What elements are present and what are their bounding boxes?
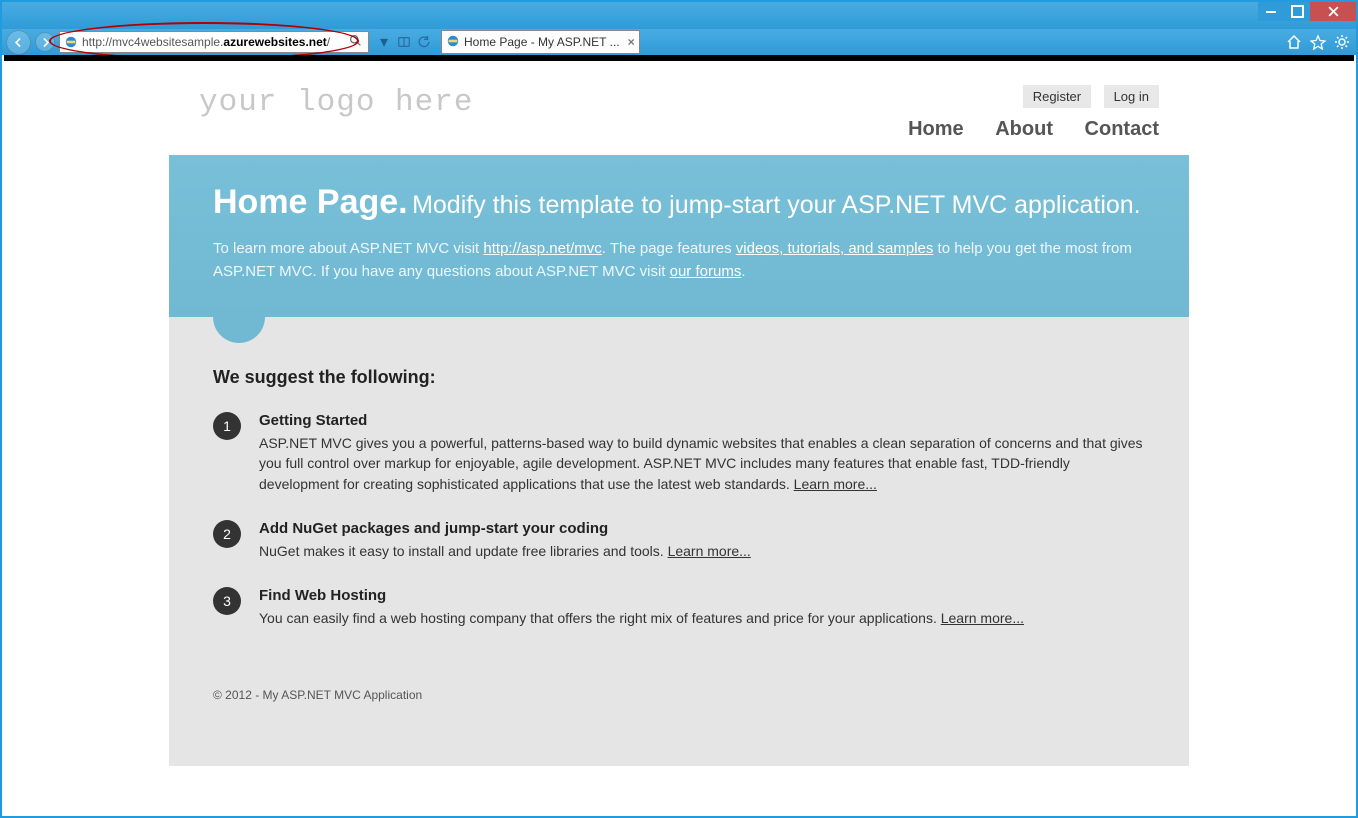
hero-text: . The page features xyxy=(602,240,736,257)
hero-title: Home Page. xyxy=(213,183,408,221)
home-icon[interactable] xyxy=(1284,32,1304,52)
item-title: Add NuGet packages and jump-start your c… xyxy=(259,520,751,537)
page-viewport: your logo here Register Log in Home Abou… xyxy=(4,55,1354,814)
hero-subtitle: Modify this template to jump-start your … xyxy=(412,191,1141,219)
step-badge: 2 xyxy=(213,520,241,548)
browser-toolbar: http://mvc4websitesample.azurewebsites.n… xyxy=(2,29,1356,55)
list-item: 1 Getting Started ASP.NET MVC gives you … xyxy=(213,412,1145,494)
account-links: Register Log in xyxy=(882,85,1159,108)
refresh-icon[interactable] xyxy=(415,33,433,51)
hero-link-mvc[interactable]: http://asp.net/mvc xyxy=(483,240,601,257)
url-prefix: http://mvc4websitesample. xyxy=(82,35,223,49)
register-link[interactable]: Register xyxy=(1023,85,1091,108)
nav-about[interactable]: About xyxy=(995,118,1053,140)
url-suffix: / xyxy=(327,35,330,49)
tools-icon[interactable] xyxy=(1332,32,1352,52)
item-body: ASP.NET MVC gives you a powerful, patter… xyxy=(259,433,1145,494)
ie-icon xyxy=(446,34,460,51)
hero-link-forums[interactable]: our forums xyxy=(670,263,742,280)
window-titlebar xyxy=(2,2,1356,29)
learn-more-link[interactable]: Learn more... xyxy=(794,476,877,492)
url-host: azurewebsites.net xyxy=(223,35,326,49)
address-bar-wrap: http://mvc4websitesample.azurewebsites.n… xyxy=(59,31,369,53)
hero-banner: Home Page. Modify this template to jump-… xyxy=(169,155,1189,317)
window-close-button[interactable] xyxy=(1310,2,1356,21)
hero-link-samples[interactable]: videos, tutorials, and samples xyxy=(736,240,934,257)
main-nav: Home About Contact xyxy=(882,118,1159,141)
learn-more-link[interactable]: Learn more... xyxy=(668,543,751,559)
header-right: Register Log in Home About Contact xyxy=(882,85,1159,141)
login-link[interactable]: Log in xyxy=(1104,85,1159,108)
step-badge: 3 xyxy=(213,587,241,615)
hero-paragraph: To learn more about ASP.NET MVC visit ht… xyxy=(213,238,1133,283)
tab-title: Home Page - My ASP.NET ... xyxy=(464,35,620,49)
address-tools: ▾ xyxy=(375,33,433,51)
ie-icon xyxy=(64,35,78,49)
hero-text: . xyxy=(741,263,745,280)
search-icon[interactable] xyxy=(343,34,368,50)
item-body: NuGet makes it easy to install and updat… xyxy=(259,541,751,561)
hero-text: To learn more about ASP.NET MVC visit xyxy=(213,240,483,257)
forward-button[interactable] xyxy=(35,32,55,52)
compat-view-icon[interactable] xyxy=(395,33,413,51)
page-body: your logo here Register Log in Home Abou… xyxy=(169,61,1189,766)
list-item: 2 Add NuGet packages and jump-start your… xyxy=(213,520,1145,561)
hero-tab-bump xyxy=(213,317,265,343)
dropdown-icon[interactable]: ▾ xyxy=(375,33,393,51)
suggestions-heading: We suggest the following: xyxy=(213,367,1145,388)
item-title: Find Web Hosting xyxy=(259,587,1024,604)
favorites-icon[interactable] xyxy=(1308,32,1328,52)
browser-tab[interactable]: Home Page - My ASP.NET ... × xyxy=(441,30,640,54)
browser-window: http://mvc4websitesample.azurewebsites.n… xyxy=(0,0,1358,818)
nav-home[interactable]: Home xyxy=(908,118,964,140)
nav-contact[interactable]: Contact xyxy=(1085,118,1159,140)
learn-more-link[interactable]: Learn more... xyxy=(941,610,1024,626)
page-header: your logo here Register Log in Home Abou… xyxy=(169,61,1189,141)
page-footer: © 2012 - My ASP.NET MVC Application xyxy=(169,664,1189,726)
address-bar[interactable]: http://mvc4websitesample.azurewebsites.n… xyxy=(59,31,369,53)
tab-close-icon[interactable]: × xyxy=(628,35,635,49)
list-item: 3 Find Web Hosting You can easily find a… xyxy=(213,587,1145,628)
item-title: Getting Started xyxy=(259,412,1145,429)
item-body: You can easily find a web hosting compan… xyxy=(259,608,1024,628)
site-logo: your logo here xyxy=(199,85,473,120)
window-maximize-button[interactable] xyxy=(1284,2,1310,21)
step-badge: 1 xyxy=(213,412,241,440)
content-area: We suggest the following: 1 Getting Star… xyxy=(169,317,1189,766)
window-minimize-button[interactable] xyxy=(1258,2,1284,21)
back-button[interactable] xyxy=(6,30,31,55)
